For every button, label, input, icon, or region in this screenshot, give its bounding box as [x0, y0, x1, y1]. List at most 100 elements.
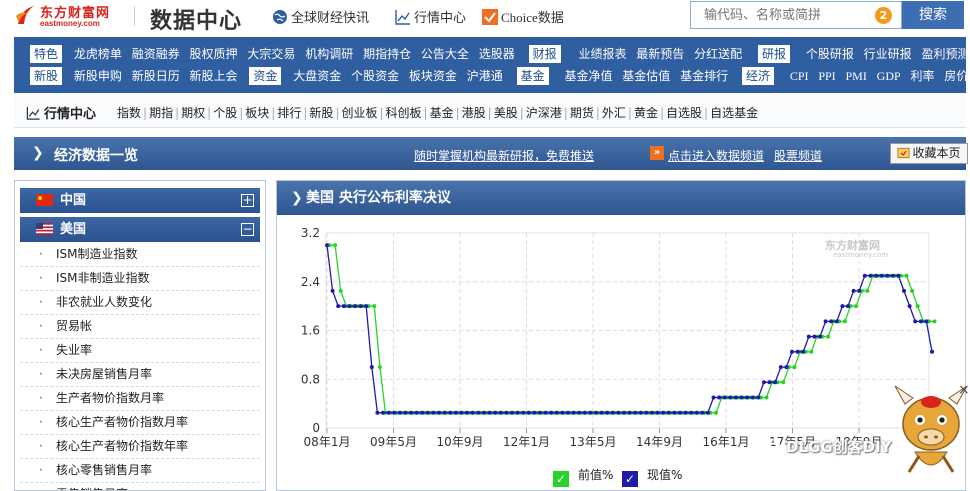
stock-channel-link[interactable]: 股票频道 — [774, 147, 822, 164]
data-channel-link[interactable]: 点击进入数据频道 — [668, 147, 764, 164]
series-current-point — [694, 410, 699, 415]
eastmoney-logo[interactable]: 东方财富网 eastmoney.com — [14, 2, 122, 30]
choice-data-link[interactable]: Choice数据 — [482, 7, 564, 26]
sidebar-indicator-item[interactable]: 核心生产者物价指数年率 — [20, 435, 260, 459]
nav-item[interactable]: 业绩报表 — [578, 45, 626, 63]
nav-item[interactable]: PMI — [846, 67, 867, 85]
series-current-line — [326, 245, 933, 414]
sidebar-indicator-item[interactable]: 非农就业人数变化 — [20, 291, 260, 315]
nav-item[interactable]: 机构调研 — [305, 45, 353, 63]
series-current-point — [610, 410, 615, 415]
sidebar-indicator-item[interactable]: 零售销售月率 — [20, 483, 260, 490]
sidebar-indicator-item[interactable]: 核心零售销售月率 — [20, 459, 260, 483]
nav-item[interactable]: PPI — [818, 67, 835, 85]
nav-item[interactable]: 龙虎榜单 — [74, 45, 122, 63]
series-current-point — [582, 410, 587, 415]
nav-item[interactable]: 最新预告 — [636, 45, 684, 63]
subnav-item[interactable]: 指数 — [117, 106, 141, 120]
nav-cat-fund[interactable]: 基金 — [516, 67, 549, 85]
series-current-point — [414, 410, 419, 415]
sidebar-indicator-item[interactable]: 核心生产者物价指数月率 — [20, 411, 260, 435]
nav-cat-research[interactable]: 研报 — [757, 45, 790, 63]
nav-item[interactable]: 利率 — [911, 67, 935, 85]
subnav-item[interactable]: 自选基金 — [710, 106, 758, 120]
series-current-point — [397, 410, 402, 415]
subnav-item[interactable]: 期货 — [570, 106, 594, 120]
collapse-icon[interactable]: − — [241, 223, 254, 236]
nav-item[interactable]: 大盘资金 — [293, 67, 341, 85]
subnav-item[interactable]: 港股 — [462, 106, 486, 120]
nav-item[interactable]: CPI — [790, 67, 809, 85]
nav-item[interactable]: 基金估值 — [622, 67, 670, 85]
nav-cat-financial-reports[interactable]: 财报 — [528, 45, 561, 63]
nav-item[interactable]: 新股申购 — [74, 67, 122, 85]
nav-item[interactable]: 选股器 — [479, 45, 515, 63]
market-center-link[interactable]: 行情中心 — [395, 7, 466, 26]
subnav-item[interactable]: 黄金 — [634, 106, 658, 120]
promo-link[interactable]: 随时掌握机构最新研报，免费推送 — [414, 147, 594, 164]
nav-cat-capital[interactable]: 资金 — [249, 67, 282, 85]
legend-current[interactable]: ✓ 现值% — [622, 466, 682, 487]
subnav-item[interactable]: 创业板 — [341, 106, 377, 120]
subnav-item[interactable]: 板块 — [245, 106, 269, 120]
nav-item[interactable]: 个股研报 — [806, 45, 854, 63]
subnav-item[interactable]: 基金 — [430, 106, 454, 120]
nav-item[interactable]: 分红送配 — [694, 45, 742, 63]
country-usa[interactable]: 美国 − — [20, 217, 260, 242]
market-center-home[interactable]: 行情中心 — [26, 103, 96, 122]
nav-item[interactable]: GDP — [877, 67, 901, 85]
nav-cat-ipo[interactable]: 新股 — [30, 67, 63, 85]
subnav-item[interactable]: 个股 — [213, 106, 237, 120]
sidebar-indicator-item[interactable]: 生产者物价指数月率 — [20, 387, 260, 411]
subnav-item[interactable]: 科创板 — [386, 106, 422, 120]
subnav-separator: | — [143, 106, 148, 120]
subnav-item[interactable]: 期指 — [149, 106, 173, 120]
series-previous-point — [842, 319, 847, 324]
subnav-item[interactable]: 自选股 — [666, 106, 702, 120]
nav-item[interactable]: 行业研报 — [864, 45, 912, 63]
nav-item[interactable]: 基金排行 — [680, 67, 728, 85]
legend-previous[interactable]: ✓ 前值% — [553, 466, 614, 487]
nav-item[interactable]: 个股资金 — [351, 67, 399, 85]
series-previous-line — [329, 244, 935, 414]
nav-item[interactable]: 融资融券 — [132, 45, 180, 63]
subnav-item[interactable]: 排行 — [277, 106, 301, 120]
nav-item[interactable]: 房价 — [944, 67, 968, 85]
subnav-item[interactable]: 期权 — [181, 106, 205, 120]
series-current-point — [705, 410, 710, 415]
series-current-point — [565, 410, 570, 415]
global-news-link[interactable]: 全球财经快讯 — [272, 7, 369, 26]
expand-icon[interactable]: + — [241, 194, 254, 207]
nav-item[interactable]: 新股日历 — [132, 67, 180, 85]
sidebar-indicator-item[interactable]: ISM非制造业指数 — [20, 267, 260, 291]
search-button[interactable]: 搜索 — [902, 1, 964, 29]
series-current-point — [885, 273, 890, 278]
nav-item[interactable]: 大宗交易 — [247, 45, 295, 63]
series-current-point — [543, 410, 548, 415]
nav-item[interactable]: 沪港通 — [467, 67, 503, 85]
nav-item[interactable]: 基金净值 — [564, 67, 612, 85]
collect-page-button[interactable]: 收藏本页 — [890, 143, 968, 164]
nav-item[interactable]: 盈利预测 — [922, 45, 970, 63]
nav-item[interactable]: 新股上会 — [190, 67, 238, 85]
sidebar-indicator-item[interactable]: 贸易帐 — [20, 315, 260, 339]
series-current-point — [532, 410, 537, 415]
country-china[interactable]: 中国 + — [20, 188, 260, 213]
legend-previous-label: 前值% — [578, 468, 614, 482]
nav-cat-special[interactable]: 特色 — [30, 45, 63, 63]
subnav-item[interactable]: 新股 — [309, 106, 333, 120]
search-input[interactable] — [691, 2, 861, 28]
subnav-item[interactable]: 沪深港 — [526, 106, 562, 120]
nav-item[interactable]: 期指持仓 — [363, 45, 411, 63]
subnav-item[interactable]: 美股 — [494, 106, 518, 120]
nav-item[interactable]: 股权质押 — [190, 45, 238, 63]
close-icon[interactable]: × — [958, 382, 970, 398]
subnav-item[interactable]: 外汇 — [602, 106, 626, 120]
sidebar-indicator-item[interactable]: 失业率 — [20, 339, 260, 363]
sidebar-indicator-item[interactable]: 未决房屋销售月率 — [20, 363, 260, 387]
series-current-point — [890, 273, 895, 278]
nav-cat-economy[interactable]: 经济 — [741, 67, 774, 85]
sidebar-indicator-item[interactable]: ISM制造业指数 — [20, 243, 260, 267]
nav-item[interactable]: 板块资金 — [409, 67, 457, 85]
nav-item[interactable]: 公告大全 — [421, 45, 469, 63]
